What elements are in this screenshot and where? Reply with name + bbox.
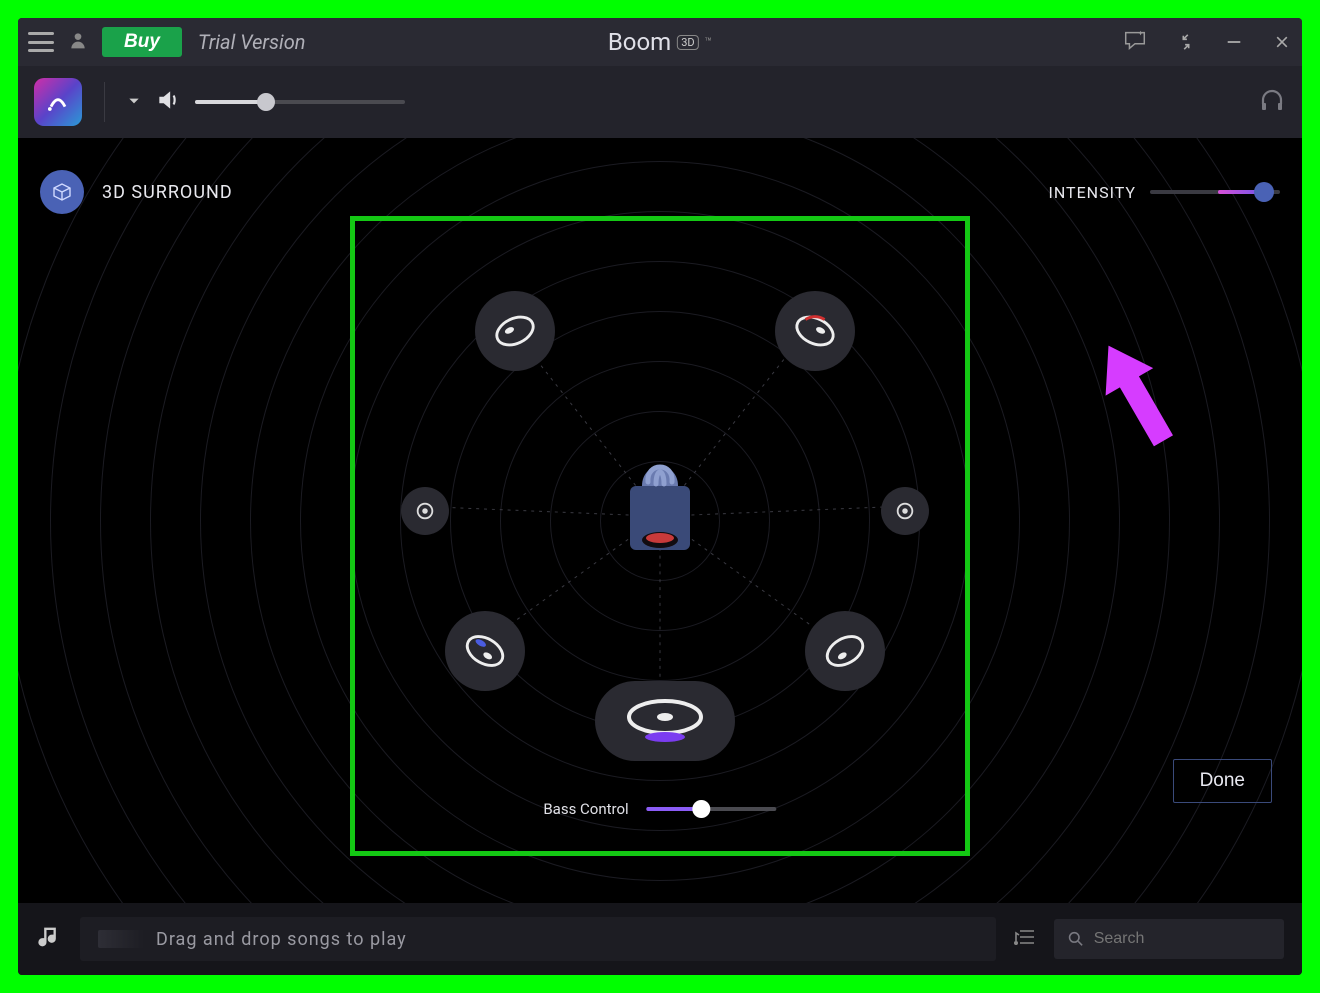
minimize-icon[interactable] — [1224, 32, 1244, 52]
app-name: Boom — [608, 28, 671, 56]
main-panel: 3D SURROUND INTENSITY — [18, 138, 1302, 903]
cube-icon[interactable] — [40, 170, 84, 214]
speaker-side-right[interactable] — [881, 487, 929, 535]
done-button[interactable]: Done — [1173, 759, 1272, 803]
app-title: Boom 3D ™ — [608, 28, 712, 56]
search-box[interactable] — [1054, 919, 1284, 959]
volume-slider[interactable] — [195, 92, 405, 112]
titlebar: Buy Trial Version Boom 3D ™ — [18, 18, 1302, 66]
feedback-icon[interactable] — [1122, 28, 1148, 56]
collapse-icon[interactable] — [1176, 32, 1196, 52]
divider — [104, 82, 105, 122]
app-logo-icon[interactable] — [34, 78, 82, 126]
search-input[interactable] — [1094, 930, 1270, 948]
buy-button[interactable]: Buy — [102, 27, 182, 57]
surround-title: 3D SURROUND — [102, 182, 233, 203]
bass-control-row: Bass Control — [543, 799, 776, 819]
surround-header: 3D SURROUND INTENSITY — [40, 170, 1280, 214]
drop-zone[interactable]: Drag and drop songs to play — [80, 917, 996, 961]
speaker-side-left[interactable] — [401, 487, 449, 535]
drop-hint: Drag and drop songs to play — [156, 929, 407, 950]
trademark: ™ — [705, 35, 713, 49]
volume-icon[interactable] — [155, 87, 181, 117]
menu-icon[interactable] — [28, 32, 54, 52]
speaker-front-right[interactable] — [775, 291, 855, 371]
speaker-rear-right[interactable] — [805, 611, 885, 691]
bass-label: Bass Control — [543, 800, 628, 818]
speaker-rear-left[interactable] — [445, 611, 525, 691]
search-icon — [1068, 930, 1084, 948]
speaker-subwoofer[interactable] — [595, 681, 735, 761]
intensity-slider[interactable] — [1150, 182, 1280, 202]
toolbar — [18, 66, 1302, 138]
user-icon[interactable] — [68, 30, 88, 54]
player-bar: Drag and drop songs to play — [18, 903, 1302, 975]
headphones-icon[interactable] — [1258, 86, 1286, 118]
speaker-front-left[interactable] — [475, 291, 555, 371]
listener-icon — [612, 454, 708, 568]
intensity-label: INTENSITY — [1049, 183, 1137, 202]
close-icon[interactable] — [1272, 32, 1292, 52]
music-note-icon[interactable] — [36, 923, 64, 955]
queue-icon[interactable] — [1012, 924, 1038, 954]
chevron-down-icon[interactable] — [127, 93, 141, 112]
speaker-field-highlight: Bass Control — [350, 216, 970, 856]
app-window: Buy Trial Version Boom 3D ™ — [18, 18, 1302, 975]
trial-label: Trial Version — [198, 30, 306, 54]
bass-slider[interactable] — [647, 799, 777, 819]
artwork-placeholder-icon — [98, 930, 144, 948]
app-badge: 3D — [677, 35, 698, 50]
